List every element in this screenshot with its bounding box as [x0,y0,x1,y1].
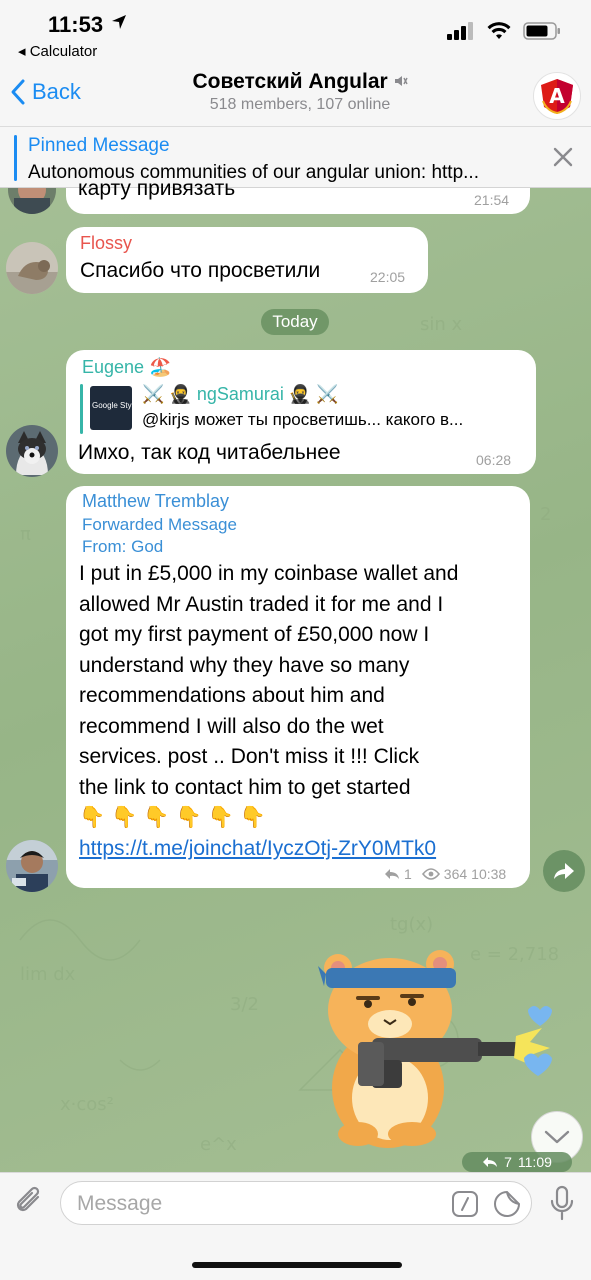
share-button[interactable] [543,850,585,892]
message-time: 22:05 [370,269,406,285]
angular-logo-icon: A [541,79,573,115]
group-avatar[interactable]: A [533,72,581,120]
message-time: 06:28 [476,452,512,468]
back-button[interactable]: Back [10,78,81,106]
cellular-signal-icon [447,22,475,45]
chat-title: Советский Angular [150,70,450,94]
svg-text:tg(x): tg(x) [390,914,433,935]
chat-header: Back Советский Angular 518 members, 107 … [0,66,591,126]
close-icon[interactable] [553,147,573,172]
sticker-time: 11:09 [517,1154,552,1170]
pinned-title: Pinned Message [28,135,170,156]
sender-name: Flossy [80,233,133,253]
reply-author: ⚔️ 🥷 ngSamurai 🥷 ⚔️ [142,384,339,404]
svg-text:2: 2 [540,504,551,525]
message-line: understand why they have so many [79,653,410,677]
message-bubble[interactable]: Flossy Спасибо что просветили 22:05 [66,227,428,293]
chevron-left-icon [11,79,25,105]
svg-text:π: π [20,524,31,545]
microphone-icon [550,1185,574,1221]
message-text: Имхо, так код читабельнее [78,441,341,464]
muted-icon [394,70,408,93]
message-meta: 1 364 10:38 [384,866,506,882]
message-bubble[interactable]: Eugene 🏖️ Google Style ⚔️ 🥷 ngSamurai 🥷 … [66,350,536,474]
reply-count: 7 [504,1154,512,1170]
svg-text:3/2: 3/2 [230,994,259,1015]
attach-button[interactable] [14,1185,46,1224]
reply-text: @kirjs может ты просветишь... какого в..… [142,410,464,429]
pinned-accent-bar [14,135,17,181]
avatar[interactable] [6,840,58,892]
sticker-icon[interactable] [493,1190,521,1223]
reply-thumbnail: Google Style [90,386,132,430]
message-line: allowed Mr Austin traded it for me and I [79,592,444,616]
message-time: 10:38 [471,866,507,882]
microphone-button[interactable] [549,1185,575,1226]
message-body: I put in £5,000 in my coinbase wallet an… [79,559,524,864]
svg-text:sin x: sin x [420,314,463,335]
emoji-line: 👇👇👇👇👇👇 [79,806,272,829]
status-time: 11:53 [48,12,104,37]
svg-text:x·cos²: x·cos² [60,1094,114,1115]
message-line: got my first payment of £50,000 now I [79,623,430,646]
hamster-sticker[interactable] [318,938,558,1158]
message-line: services. post .. Don't miss it !!! Clic… [79,745,420,768]
chat-title-area[interactable]: Советский Angular 518 members, 107 onlin… [150,70,450,114]
svg-text:e^x: e^x [200,1134,237,1155]
message-text: Спасибо что просветили [80,259,321,282]
message-line: the link to contact him to get started [79,775,411,799]
reply-count-icon [385,869,399,879]
location-arrow-icon [111,14,127,35]
message-bubble[interactable]: Matthew Tremblay Forwarded Message From:… [66,486,530,888]
status-bar: 11:53 ◂ Calculator [0,0,591,66]
avatar[interactable] [6,425,58,477]
avatar[interactable] [6,242,58,294]
forwarded-label: Forwarded Message [82,515,237,534]
back-label: Back [32,79,81,104]
message-input[interactable] [77,1190,437,1218]
sender-name: Eugene 🏖️ [82,357,172,377]
share-arrow-icon [554,863,574,879]
message-bubble[interactable]: карту привязать 21:54 [66,177,530,214]
back-triangle-icon: ◂ [18,43,30,60]
message-line: recommendations about him and [79,684,385,707]
date-separator: Today [261,309,329,335]
reply-accent-bar [80,384,83,434]
reply-preview[interactable]: Google Style ⚔️ 🥷 ngSamurai 🥷 ⚔️ @kirjs … [80,384,524,434]
message-text: карту привязать [78,177,236,200]
back-app-label: Calculator [29,43,98,60]
paperclip-icon [16,1186,40,1212]
bot-command-icon[interactable] [451,1190,479,1223]
svg-text:lim dx: lim dx [20,964,76,985]
home-indicator [192,1262,402,1268]
reply-count: 1 [404,866,412,882]
battery-icon [523,22,561,45]
sender-name: Matthew Tremblay [82,491,230,511]
avatar-letter: A [549,84,565,108]
back-to-app[interactable]: ◂ Calculator [18,42,97,60]
forwarded-from[interactable]: From: God [82,537,163,557]
chat-title-text: Советский Angular [192,70,388,93]
wifi-icon [487,22,511,45]
message-line: I put in £5,000 in my coinbase wallet an… [79,562,459,585]
chevron-down-icon [544,1130,570,1144]
chat-subtitle: 518 members, 107 online [209,96,391,113]
message-line: recommend I will also do the wet [79,714,384,738]
message-input-wrapper [60,1181,532,1225]
views-icon [421,868,440,880]
reply-count-icon [483,1157,498,1167]
message-link[interactable]: https://t.me/joinchat/IyczOtj-ZrY0MTk0 [79,834,524,865]
view-count: 364 [443,866,468,882]
sticker-meta: 7 11:09 [462,1152,572,1172]
reply-thumb-caption: Google Style [92,401,132,410]
message-time: 21:54 [474,192,510,208]
